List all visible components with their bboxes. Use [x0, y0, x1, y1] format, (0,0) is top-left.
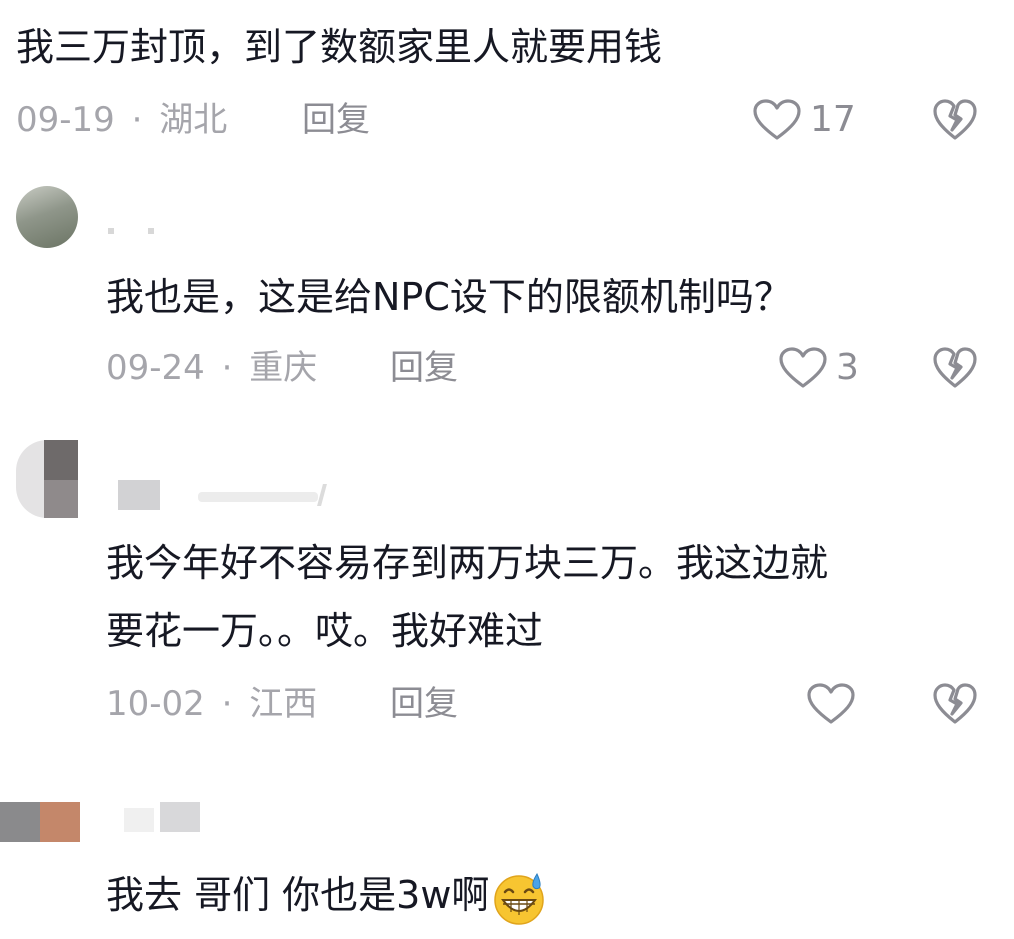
avatar[interactable] [0, 802, 80, 842]
username-blurred[interactable] [118, 478, 338, 512]
like-count: 17 [810, 99, 856, 140]
comment-text-content: 我去 哥们 你也是3w啊 [106, 873, 490, 917]
dislike-button[interactable] [932, 98, 978, 142]
comment-date: 10-02 [106, 684, 205, 724]
comment-meta: 09-19 · 湖北 [16, 100, 227, 140]
heart-icon [807, 683, 855, 724]
comment-text: 我三万封顶，到了数额家里人就要用钱 [16, 25, 663, 69]
reply-button[interactable]: 回复 [390, 684, 458, 724]
reply-button[interactable]: 回复 [302, 100, 370, 140]
broken-heart-icon [933, 347, 977, 388]
username-blurred[interactable] [124, 798, 204, 838]
like-button[interactable] [806, 682, 864, 726]
broken-heart-icon [933, 683, 977, 724]
meta-separator: · [221, 684, 233, 724]
comment-text-line-2: 要花一万。。哎。我好难过 [106, 609, 544, 653]
comment-text: 我去 哥们 你也是3w啊 [106, 860, 547, 930]
like-count: 3 [836, 347, 859, 388]
grinning-sweat-emoji-icon [494, 872, 545, 925]
comment-text-line-1: 我今年好不容易存到两万块三万。我这边就 [106, 541, 829, 585]
like-button[interactable]: 3 [778, 346, 859, 390]
comment-text: 我也是，这是给NPC设下的限额机制吗？ [106, 275, 792, 319]
avatar[interactable] [16, 186, 78, 248]
comment-location: 江西 [249, 684, 318, 724]
avatar[interactable] [16, 440, 78, 518]
comment-date: 09-19 [16, 100, 115, 140]
comment-meta: 10-02 · 江西 [106, 684, 317, 724]
heart-icon [779, 347, 827, 388]
heart-icon [753, 99, 801, 140]
comment-location: 重庆 [249, 348, 318, 388]
comment-location: 湖北 [159, 100, 228, 140]
comment-meta: 09-24 · 重庆 [106, 348, 317, 388]
dislike-button[interactable] [932, 682, 978, 726]
reply-button[interactable]: 回复 [390, 348, 458, 388]
meta-separator: · [131, 100, 143, 140]
meta-separator: · [221, 348, 233, 388]
username-blurred[interactable] [108, 224, 158, 236]
dislike-button[interactable] [932, 346, 978, 390]
comment-date: 09-24 [106, 348, 205, 388]
broken-heart-icon [933, 99, 977, 140]
like-button[interactable]: 17 [752, 98, 856, 142]
